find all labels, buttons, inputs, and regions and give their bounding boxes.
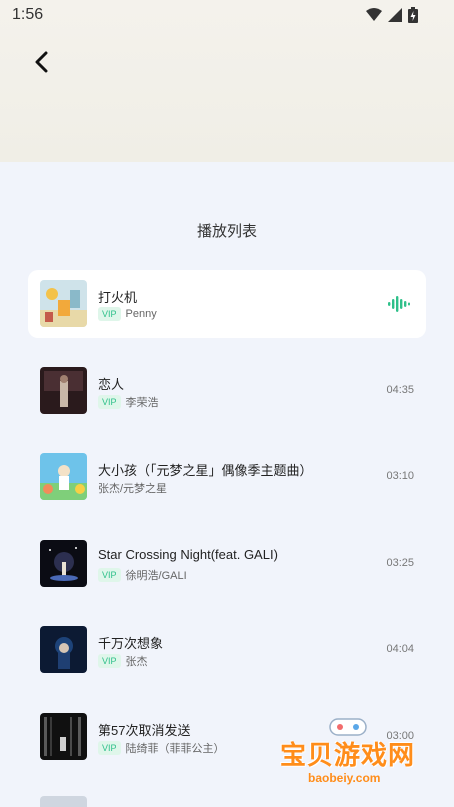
status-time: 1:56	[12, 6, 44, 23]
album-cover	[40, 539, 87, 587]
album-cover	[40, 453, 87, 500]
vip-badge: VIP	[98, 394, 121, 409]
wifi-icon	[366, 8, 382, 21]
song-duration: 04:35	[386, 383, 414, 396]
signal-icon	[388, 8, 402, 22]
artist-name: 陆绮菲（菲菲公主）	[125, 742, 225, 755]
watermark-url: baobeiy.com	[308, 771, 381, 785]
song-duration: 04:04	[386, 643, 414, 655]
song-title: 千万次想象	[98, 636, 164, 651]
album-cover	[40, 366, 87, 414]
playlist-title: 播放列表	[196, 223, 257, 240]
battery-icon	[408, 7, 418, 23]
vip-badge: VIP	[98, 307, 121, 321]
chevron-left-icon	[35, 51, 48, 73]
artist-name: 李荣浩	[125, 396, 159, 409]
playlist-item[interactable]: 恋人 VIP 李荣浩 04:35	[28, 357, 426, 425]
song-duration: 03:25	[386, 556, 414, 569]
playlist-item[interactable]: 大小孩（「元梦之星」偶像季主题曲） 张杰/元梦之星 03:10	[28, 443, 426, 511]
vip-badge: VIP	[98, 654, 121, 668]
playlist-item[interactable]: 打火机 VIP Penny	[28, 270, 426, 338]
song-title: 恋人	[98, 376, 125, 392]
playlist-list: 打火机 VIP Penny 恋人 VIP 李荣浩 04:35 大小孩（「元梦之星…	[28, 270, 426, 789]
artist-name: 徐明浩/GALI	[125, 569, 187, 582]
watermark-text: 宝贝游戏网	[280, 740, 416, 770]
playlist-item[interactable]: 千万次想象 VIP 张杰 04:04	[28, 616, 426, 684]
album-cover	[40, 712, 87, 760]
song-title: Star Crossing Night(feat. GALI)	[98, 546, 278, 562]
status-bar: 1:56	[0, 0, 454, 32]
back-button[interactable]	[28, 48, 56, 76]
vip-badge: VIP	[98, 740, 121, 755]
album-cover	[40, 280, 87, 327]
status-icons	[366, 7, 418, 23]
artist-name: Penny	[125, 308, 157, 320]
watermark: 宝贝游戏网 baobeiy.com	[280, 715, 430, 805]
now-playing-equalizer-icon	[388, 296, 410, 312]
next-item-cover-peek	[40, 796, 87, 807]
song-title: 大小孩（「元梦之星」偶像季主题曲）	[98, 463, 313, 478]
album-cover	[40, 626, 87, 673]
playlist-item[interactable]: Star Crossing Night(feat. GALI) VIP 徐明浩/…	[28, 530, 426, 598]
artist-name: 张杰	[125, 656, 148, 668]
song-duration: 03:10	[386, 470, 414, 482]
gamepad-icon	[329, 718, 367, 736]
vip-badge: VIP	[98, 567, 121, 582]
artist-name: 张杰/元梦之星	[98, 483, 168, 495]
song-title: 打火机	[98, 290, 138, 305]
